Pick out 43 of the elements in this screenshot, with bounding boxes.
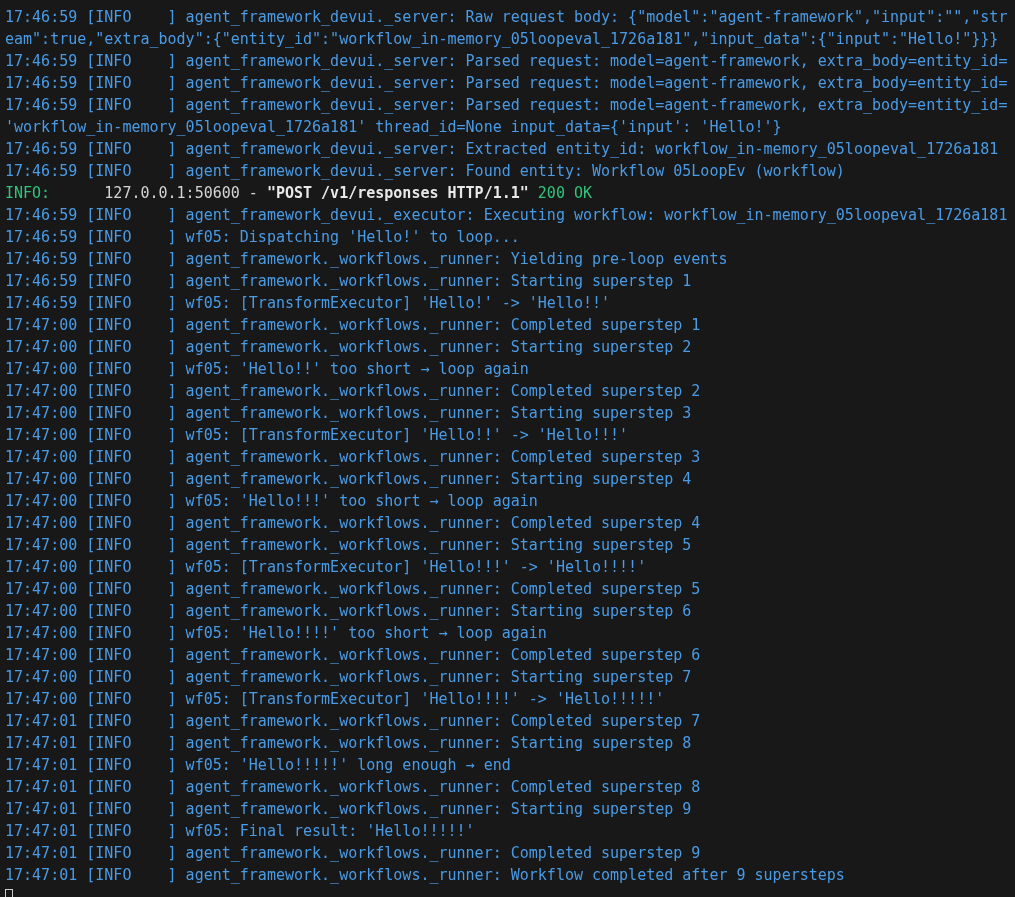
request-line: "POST /v1/responses HTTP/1.1" [266, 183, 529, 204]
log-line: 17:46:59 [INFO ] agent_framework_devui._executor: Executing workflow: workflow_in-memory_05loopeval_1726a181 [5, 205, 1008, 226]
log-line: 17:47:00 [INFO ] wf05: [TransformExecutor] 'Hello!!!' -> 'Hello!!!!' [5, 557, 647, 578]
log-line: 17:47:00 [INFO ] agent_framework._workflows._runner: Starting superstep 4 [5, 469, 692, 490]
status-code: 200 OK [537, 183, 593, 204]
log-line: 17:47:00 [INFO ] agent_framework._workflows._runner: Starting superstep 2 [5, 337, 692, 358]
client-address: 127.0.0.1:50600 - [104, 183, 258, 204]
log-line: eam":true,"extra_body":{"entity_id":"workflow_in-memory_05loopeval_1726a181","input_data":{"input":"Hello!"}}} [5, 29, 999, 50]
log-line: 17:47:00 [INFO ] wf05: 'Hello!!!!' too short → loop again [5, 623, 547, 644]
log-line: 17:47:00 [INFO ] agent_framework._workflows._runner: Starting superstep 7 [5, 667, 692, 688]
log-line: 17:46:59 [INFO ] agent_framework_devui._server: Extracted entity_id: workflow_in-memory_05loopeval_1726a181 [5, 139, 999, 160]
log-line: 17:47:01 [INFO ] agent_framework._workflows._runner: Starting superstep 8 [5, 733, 692, 754]
log-line: 17:47:01 [INFO ] agent_framework._workflows._runner: Starting superstep 9 [5, 799, 692, 820]
log-line: 17:47:00 [INFO ] agent_framework._workflows._runner: Completed superstep 3 [5, 447, 701, 468]
log-line: 17:46:59 [INFO ] agent_framework._workflows._runner: Yielding pre-loop events [5, 249, 728, 270]
log-line: 17:47:00 [INFO ] wf05: [TransformExecutor] 'Hello!!!!' -> 'Hello!!!!!' [5, 689, 665, 710]
log-line: 17:47:01 [INFO ] wf05: Final result: 'Hello!!!!!' [5, 821, 475, 842]
log-line: 17:46:59 [INFO ] wf05: [TransformExecutor] 'Hello!' -> 'Hello!!' [5, 293, 611, 314]
log-line: 17:46:59 [INFO ] wf05: Dispatching 'Hello!' to loop... [5, 227, 520, 248]
log-line: 17:47:00 [INFO ] agent_framework._workflows._runner: Starting superstep 5 [5, 535, 692, 556]
log-line: 17:46:59 [INFO ] agent_framework_devui._server: Parsed request: model=agent-framework, extra_body=entity_id= [5, 95, 1008, 116]
log-line: 17:47:00 [INFO ] wf05: 'Hello!!' too short → loop again [5, 359, 529, 380]
log-line: 17:47:01 [INFO ] agent_framework._workflows._runner: Completed superstep 8 [5, 777, 701, 798]
log-line: 17:46:59 [INFO ] agent_framework_devui._server: Parsed request: model=agent-framework, extra_body=entity_id= [5, 73, 1008, 94]
log-line: 17:47:00 [INFO ] agent_framework._workflows._runner: Completed superstep 1 [5, 315, 701, 336]
log-line: 17:46:59 [INFO ] agent_framework_devui._server: Parsed request: model=agent-framework, extra_body=entity_id= [5, 51, 1008, 72]
log-line: 17:47:00 [INFO ] wf05: 'Hello!!!' too short → loop again [5, 491, 538, 512]
log-line: 17:46:59 [INFO ] agent_framework._workflows._runner: Starting superstep 1 [5, 271, 692, 292]
log-line: 17:47:00 [INFO ] agent_framework._workflows._runner: Starting superstep 3 [5, 403, 692, 424]
log-line: 17:47:01 [INFO ] wf05: 'Hello!!!!!' long enough → end [5, 755, 511, 776]
log-line: 17:47:01 [INFO ] agent_framework._workflows._runner: Completed superstep 7 [5, 711, 701, 732]
log-line: 17:47:00 [INFO ] agent_framework._workflows._runner: Completed superstep 4 [5, 513, 701, 534]
log-line: 17:47:00 [INFO ] agent_framework._workflows._runner: Completed superstep 6 [5, 645, 701, 666]
log-line: 17:46:59 [INFO ] agent_framework_devui._server: Found entity: Workflow 05LoopEv (workflow) [5, 161, 845, 182]
log-line: 17:47:00 [INFO ] wf05: [TransformExecutor] 'Hello!!' -> 'Hello!!!' [5, 425, 629, 446]
log-line: 17:47:00 [INFO ] agent_framework._workflows._runner: Completed superstep 2 [5, 381, 701, 402]
log-line: 17:47:01 [INFO ] agent_framework._workflows._runner: Workflow completed after 9 supersteps [5, 865, 845, 886]
log-level: INFO: [5, 183, 51, 204]
log-line: 17:47:01 [INFO ] agent_framework._workflows._runner: Completed superstep 9 [5, 843, 701, 864]
log-line: 17:46:59 [INFO ] agent_framework_devui._server: Raw request body: {"model":"agent-framework","input":"","str [5, 7, 1008, 28]
log-line: 'workflow_in-memory_05loopeval_1726a181' thread_id=None input_data={'input': 'Hello!'} [5, 117, 782, 138]
log-line: 17:47:00 [INFO ] agent_framework._workflows._runner: Starting superstep 6 [5, 601, 692, 622]
log-line: 17:47:00 [INFO ] agent_framework._workflows._runner: Completed superstep 5 [5, 579, 701, 600]
